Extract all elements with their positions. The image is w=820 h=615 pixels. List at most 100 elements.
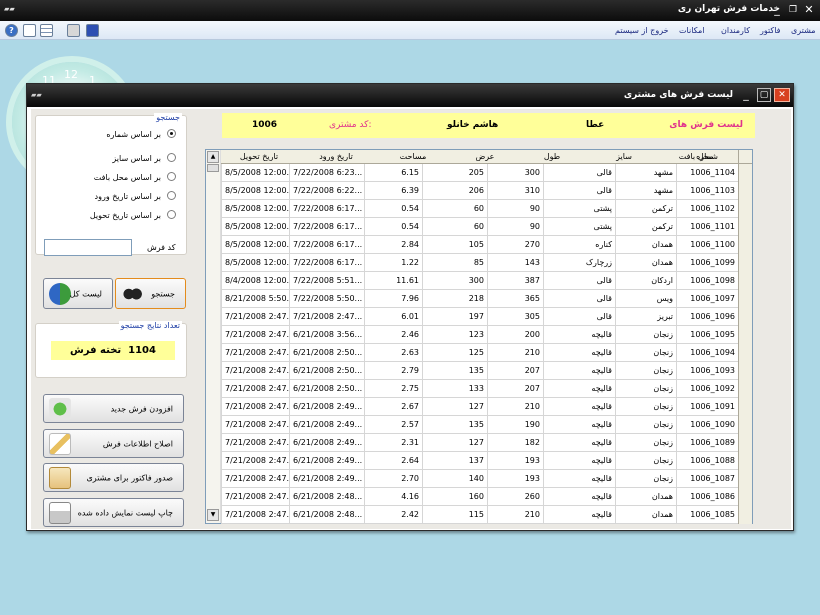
app-titlebar: ▰▰ خدمات فرش تهران ری _ ❐ ✕ xyxy=(0,0,820,21)
table-row[interactable]: 1099_1006 همدان زرچارک 143 85 1.22 7/22/2008 6… xyxy=(221,254,752,272)
carpets-table[interactable]: ▲ ▼ تاریخ تحویل تاریخ ورود مساحت عرض طول… xyxy=(205,149,753,524)
list-all-button[interactable]: لیست کل xyxy=(43,278,113,309)
row-selector[interactable] xyxy=(738,200,752,218)
table-row[interactable]: 1091_1006 زنجان قالیچه 210 127 2.67 6/21/2008 … xyxy=(221,398,752,416)
help-icon[interactable]: ? xyxy=(5,24,18,37)
header-entry-date[interactable]: تاریخ ورود xyxy=(298,152,374,161)
cell-area: 1.22 xyxy=(364,254,422,272)
cell-width: 135 xyxy=(422,416,487,434)
binoculars-icon xyxy=(121,282,143,305)
cell-size: قالیچه xyxy=(543,380,615,398)
header-size[interactable]: سایز xyxy=(586,152,662,161)
table-row[interactable]: 1095_1006 زنجان قالیچه 200 123 2.46 6/21/2008 … xyxy=(221,326,752,344)
cell-entry-date: 6/21/2008 2:49... xyxy=(289,398,364,416)
table-row[interactable]: 1087_1006 زنجان قالیچه 193 140 2.70 6/21/2008 … xyxy=(221,470,752,488)
row-selector[interactable] xyxy=(738,506,752,524)
table-row[interactable]: 1092_1006 زنجان قالیچه 207 133 2.75 6/21/2008 … xyxy=(221,380,752,398)
row-selector[interactable] xyxy=(738,380,752,398)
header-width[interactable]: عرض xyxy=(452,152,518,161)
table-row[interactable]: 1103_1006 مشهد قالی 310 206 6.39 7/22/2008 6:2… xyxy=(221,182,752,200)
table-row[interactable]: 1097_1006 ویس قالی 365 218 7.96 7/22/2008 5:50… xyxy=(221,290,752,308)
table-row[interactable]: 1090_1006 زنجان قالیچه 190 135 2.57 6/21/2008 … xyxy=(221,416,752,434)
row-selector[interactable] xyxy=(738,236,752,254)
window-title: لیست فرش های مشتری xyxy=(623,90,733,100)
restore-icon[interactable]: ❐ xyxy=(786,3,800,17)
table-row[interactable]: 1089_1006 زنجان قالیچه 182 127 2.31 6/21/2008 … xyxy=(221,434,752,452)
table-row[interactable]: 1098_1006 اردکان قالی 387 300 11.61 7/22/2008 … xyxy=(221,272,752,290)
scroll-up-icon[interactable]: ▲ xyxy=(207,151,219,163)
row-selector[interactable] xyxy=(738,470,752,488)
cell-entry-date: 7/22/2008 6:17... xyxy=(289,254,364,272)
cell-weave-location: زنجان xyxy=(615,398,676,416)
cell-delivery-date: 7/21/2008 2:47... xyxy=(221,470,289,488)
row-selector[interactable] xyxy=(738,326,752,344)
new-document-icon[interactable] xyxy=(23,24,36,37)
cell-delivery-date: 7/21/2008 2:47... xyxy=(221,506,289,524)
menu-invoice[interactable]: فاکتور xyxy=(760,26,780,35)
header-delivery-date[interactable]: تاریخ تحویل xyxy=(221,152,297,161)
table-row[interactable]: 1096_1006 تبریز قالی 305 197 6.01 7/21/2008 2:… xyxy=(221,308,752,326)
row-selector[interactable] xyxy=(738,272,752,290)
table-row[interactable]: 1085_1006 همدان قالیچه 210 115 2.42 6/21/2008 … xyxy=(221,506,752,524)
cell-entry-date: 7/22/2008 5:50... xyxy=(289,290,364,308)
table-row[interactable]: 1101_1006 ترکمن پشتی 90 60 0.54 7/22/2008 6:17… xyxy=(221,218,752,236)
cell-number: 1090_1006 xyxy=(676,416,738,434)
row-selector[interactable] xyxy=(738,218,752,236)
scroll-down-icon[interactable]: ▼ xyxy=(207,509,219,521)
row-selector[interactable] xyxy=(738,290,752,308)
window-close-icon[interactable]: ✕ xyxy=(774,88,790,102)
close-icon[interactable]: ✕ xyxy=(802,3,816,17)
grid-icon[interactable] xyxy=(40,24,53,37)
cell-area: 2.42 xyxy=(364,506,422,524)
table-row[interactable]: 1088_1006 زنجان قالیچه 193 137 2.64 6/21/2008 … xyxy=(221,452,752,470)
vertical-scrollbar[interactable]: ▲ ▼ xyxy=(206,150,221,523)
cell-length: 210 xyxy=(487,344,543,362)
header-length[interactable]: طول xyxy=(519,152,585,161)
row-selector[interactable] xyxy=(738,488,752,506)
radio-dot xyxy=(167,153,176,162)
row-selector[interactable] xyxy=(738,452,752,470)
menu-exit[interactable]: خروج از سیستم xyxy=(615,26,669,35)
table-row[interactable]: 1093_1006 زنجان قالیچه 207 135 2.79 6/21/2008 … xyxy=(221,362,752,380)
menu-tools[interactable]: امکانات xyxy=(679,26,705,35)
table-row[interactable]: 1102_1006 ترکمن پشتی 90 60 0.54 7/22/2008 6:17… xyxy=(221,200,752,218)
row-selector[interactable] xyxy=(738,434,752,452)
scroll-thumb[interactable] xyxy=(207,164,219,172)
menu-customer[interactable]: مشتری xyxy=(791,26,816,35)
cell-length: 207 xyxy=(487,362,543,380)
edit-icon xyxy=(49,432,71,455)
row-selector[interactable] xyxy=(738,182,752,200)
add-carpet-button[interactable]: افزودن فرش جدید xyxy=(43,394,184,423)
cell-number: 1088_1006 xyxy=(676,452,738,470)
row-selector[interactable] xyxy=(738,254,752,272)
cell-delivery-date: 8/5/2008 12:00... xyxy=(221,236,289,254)
table-row[interactable]: 1094_1006 زنجان قالیچه 210 125 2.63 6/21/2008 … xyxy=(221,344,752,362)
carpet-code-input[interactable] xyxy=(44,239,132,256)
window-minimize-icon[interactable]: _ xyxy=(739,88,753,102)
radio-by-size[interactable]: بر اساس سایز xyxy=(112,153,176,163)
table-row[interactable]: 1086_1006 همدان قالیچه 260 160 4.16 6/21/2008 … xyxy=(221,488,752,506)
row-selector[interactable] xyxy=(738,308,752,326)
radio-by-number[interactable]: بر اساس شماره xyxy=(106,129,176,139)
edit-carpet-button[interactable]: اصلاح اطلاعات فرش xyxy=(43,429,184,458)
row-selector[interactable] xyxy=(738,362,752,380)
header-number[interactable]: شماره xyxy=(676,152,738,161)
minimize-icon[interactable]: _ xyxy=(770,3,784,17)
row-selector[interactable] xyxy=(738,416,752,434)
printer-icon[interactable] xyxy=(67,24,80,37)
row-selector[interactable] xyxy=(738,164,752,182)
table-row[interactable]: 1104_1006 مشهد قالی 300 205 6.15 7/22/2008 6:2… xyxy=(221,164,752,182)
menu-employees[interactable]: کارمندان xyxy=(721,26,750,35)
radio-by-delivery-date[interactable]: بر اساس تاریخ تحویل xyxy=(90,210,176,220)
save-icon[interactable] xyxy=(86,24,99,37)
print-list-button[interactable]: چاپ لیست نمایش داده شده xyxy=(43,498,184,527)
window-maximize-icon[interactable]: ▢ xyxy=(757,88,771,102)
issue-invoice-button[interactable]: صدور فاکتور برای مشتری xyxy=(43,463,184,492)
table-row[interactable]: 1100_1006 همدان کناره 270 105 2.84 7/22/2008 6… xyxy=(221,236,752,254)
search-button[interactable]: جستجو xyxy=(115,278,186,309)
header-area[interactable]: مساحت xyxy=(375,152,451,161)
row-selector[interactable] xyxy=(738,344,752,362)
radio-by-weave-location[interactable]: بر اساس محل بافت xyxy=(94,172,176,182)
row-selector[interactable] xyxy=(738,398,752,416)
radio-by-entry-date[interactable]: بر اساس تاریخ ورود xyxy=(95,191,176,201)
